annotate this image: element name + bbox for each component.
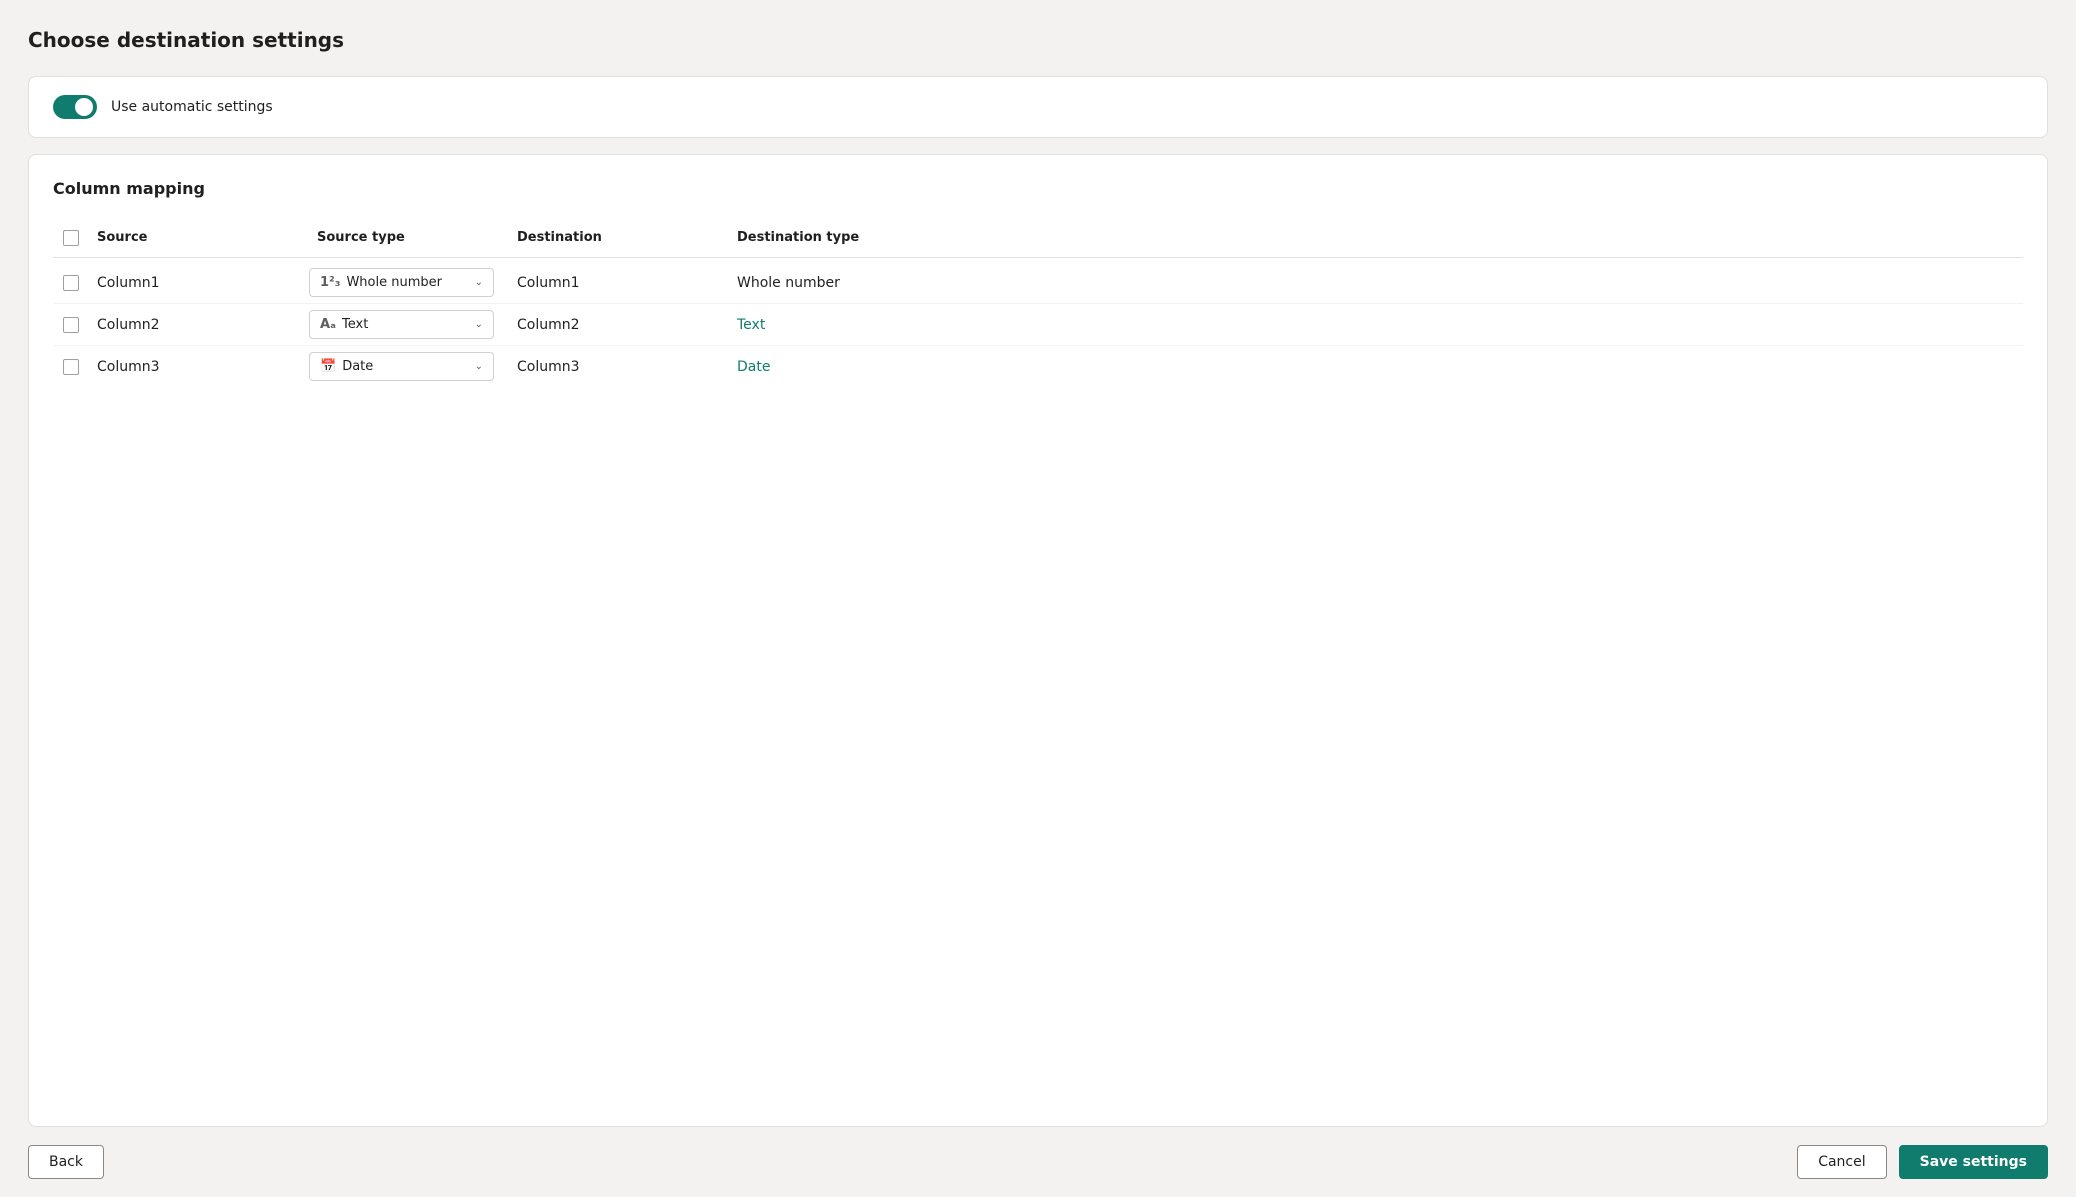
date-icon: 📅	[320, 359, 336, 374]
header-checkbox[interactable]	[63, 230, 79, 246]
table-header: Source Source type Destination Destinati…	[53, 218, 2023, 258]
row-3-source: Column3	[89, 355, 309, 379]
row-1-checkbox[interactable]	[63, 275, 79, 291]
row-2-source-type-label: Text	[342, 317, 368, 332]
row-2-source-type-dropdown[interactable]: Aₐ Text ⌄	[309, 310, 494, 339]
row-2-destination-type: Text	[729, 313, 949, 337]
row-2-destination: Column2	[509, 313, 729, 337]
auto-settings-toggle[interactable]	[53, 95, 97, 119]
row-1-source: Column1	[89, 271, 309, 295]
row-3-source-type-label: Date	[342, 359, 373, 374]
toggle-label: Use automatic settings	[111, 99, 273, 115]
footer: Back Cancel Save settings	[28, 1127, 2048, 1197]
row-3-chevron-icon: ⌄	[475, 361, 483, 372]
header-destination: Destination	[509, 226, 729, 249]
row-1-destination-type: Whole number	[729, 271, 949, 295]
page-title: Choose destination settings	[28, 28, 2048, 52]
text-icon: Aₐ	[320, 317, 336, 332]
row-2-checkbox[interactable]	[63, 317, 79, 333]
column-mapping-card: Column mapping Source Source type Destin…	[28, 154, 2048, 1127]
save-settings-button[interactable]: Save settings	[1899, 1145, 2048, 1179]
header-source: Source	[89, 226, 309, 249]
row-3-destination-type: Date	[729, 355, 949, 379]
cancel-button[interactable]: Cancel	[1797, 1145, 1886, 1179]
back-button[interactable]: Back	[28, 1145, 104, 1179]
row-2-chevron-icon: ⌄	[475, 319, 483, 330]
header-spacer	[949, 226, 2023, 249]
column-mapping-title: Column mapping	[53, 179, 2023, 198]
row-3-destination: Column3	[509, 355, 729, 379]
row-1-chevron-icon: ⌄	[475, 277, 483, 288]
whole-number-icon: 1²₃	[320, 275, 340, 290]
row-3-source-type-dropdown[interactable]: 📅 Date ⌄	[309, 352, 494, 381]
row-3-checkbox[interactable]	[63, 359, 79, 375]
table-row: Column2 Aₐ Text ⌄ Column2 Text	[53, 304, 2023, 346]
toggle-card: Use automatic settings	[28, 76, 2048, 138]
table-row: Column1 1²₃ Whole number ⌄ Column1 Whole…	[53, 262, 2023, 304]
header-source-type: Source type	[309, 226, 509, 249]
footer-right: Cancel Save settings	[1797, 1145, 2048, 1179]
row-1-destination: Column1	[509, 271, 729, 295]
row-2-source: Column2	[89, 313, 309, 337]
table-row: Column3 📅 Date ⌄ Column3 Date	[53, 346, 2023, 387]
header-destination-type: Destination type	[729, 226, 949, 249]
row-1-source-type-dropdown[interactable]: 1²₃ Whole number ⌄	[309, 268, 494, 297]
row-1-source-type-label: Whole number	[346, 275, 442, 290]
